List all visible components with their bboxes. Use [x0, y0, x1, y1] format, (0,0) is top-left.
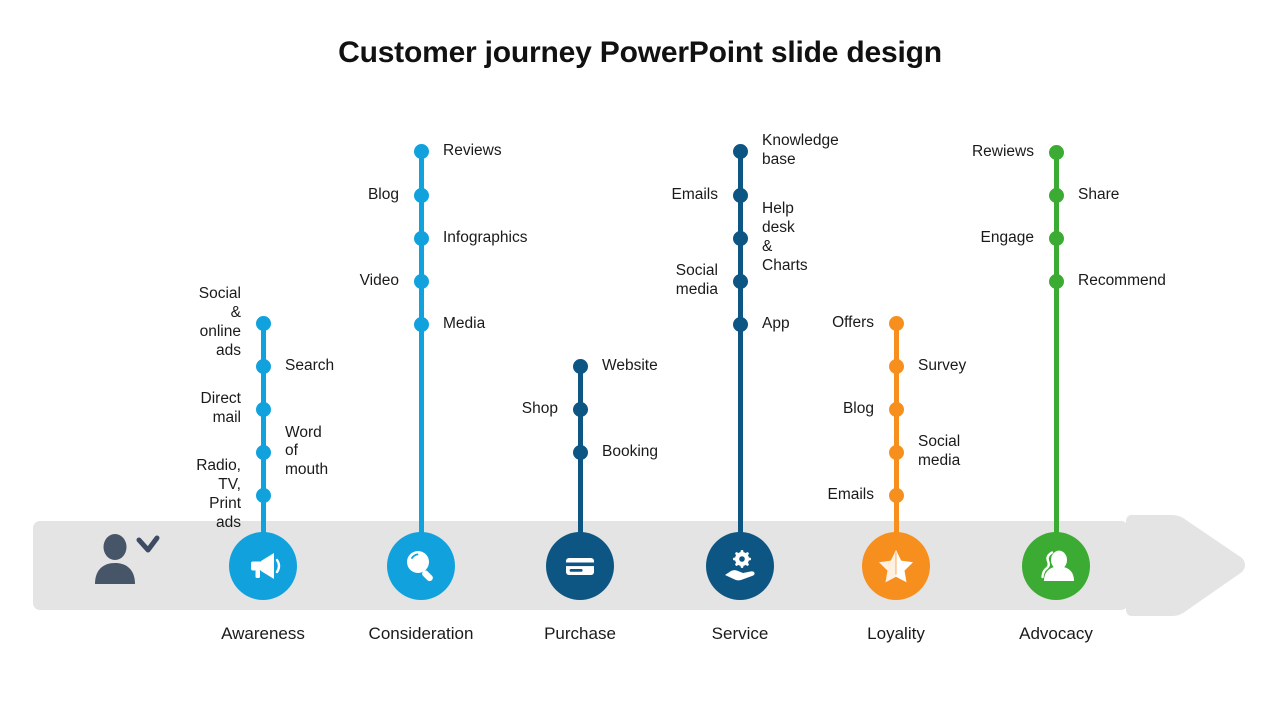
touchpoint-label: Emails: [671, 185, 718, 203]
touchpoint-dot[interactable]: [256, 359, 271, 374]
touchpoint-dot[interactable]: [256, 316, 271, 331]
touchpoint-dot[interactable]: [414, 274, 429, 289]
touchpoint-label: Engage: [980, 228, 1034, 246]
touchpoint-dot[interactable]: [889, 402, 904, 417]
stage-label-advocacy: Advocacy: [1019, 624, 1093, 643]
touchpoint-label: Reviews: [443, 141, 502, 159]
stage-icon-consideration[interactable]: [387, 532, 455, 600]
megaphone-icon: [244, 547, 282, 585]
right-arrow-shape: [1122, 484, 1248, 647]
touchpoint-dot[interactable]: [733, 274, 748, 289]
journey-stem-loyality: [894, 323, 899, 540]
touchpoint-label: Video: [359, 271, 399, 289]
touchpoint-dot[interactable]: [1049, 231, 1064, 246]
touchpoint-label: Knowledge base: [762, 132, 839, 168]
touchpoint-dot[interactable]: [889, 488, 904, 503]
touchpoint-dot[interactable]: [1049, 188, 1064, 203]
touchpoint-label: Offers: [832, 313, 874, 331]
touchpoint-label: Media: [443, 314, 486, 332]
journey-stem-awareness: [261, 323, 266, 540]
touchpoint-label: Recommend: [1078, 271, 1166, 289]
magnifier-icon: [402, 547, 440, 585]
touchpoint-dot[interactable]: [256, 402, 271, 417]
journey-stem-advocacy: [1054, 152, 1059, 540]
touchpoint-dot[interactable]: [889, 445, 904, 460]
journey-stem-service: [738, 151, 743, 540]
stage-icon-service[interactable]: [706, 532, 774, 600]
touchpoint-dot[interactable]: [414, 188, 429, 203]
touchpoint-label: Word of mouth: [285, 423, 329, 479]
touchpoint-dot[interactable]: [1049, 145, 1064, 160]
touchpoint-dot[interactable]: [573, 402, 588, 417]
touchpoint-label: App: [762, 314, 790, 332]
touchpoint-label: Booking: [602, 442, 659, 460]
touchpoint-label: Radio, TV, Print ads: [196, 457, 241, 531]
touchpoint-dot[interactable]: [256, 488, 271, 503]
credit-card-icon: [561, 547, 599, 585]
touchpoint-dot[interactable]: [256, 445, 271, 460]
stage-icon-purchase[interactable]: [546, 532, 614, 600]
touchpoint-dot[interactable]: [573, 445, 588, 460]
touchpoint-dot[interactable]: [733, 231, 748, 246]
touchpoint-dot[interactable]: [889, 316, 904, 331]
touchpoint-label: Shop: [521, 399, 558, 417]
touchpoint-label: Help desk & Charts: [762, 200, 808, 274]
touchpoint-dot[interactable]: [1049, 274, 1064, 289]
touchpoint-label: Blog: [367, 185, 399, 203]
touchpoint-dot[interactable]: [733, 188, 748, 203]
touchpoint-label: Blog: [842, 399, 874, 417]
touchpoint-label: Direct mail: [200, 390, 241, 426]
touchpoint-label: Survey: [918, 356, 967, 374]
touchpoint-dot[interactable]: [889, 359, 904, 374]
touchpoint-dot[interactable]: [414, 144, 429, 159]
touchpoint-label: Rewiews: [971, 142, 1034, 160]
stage-icon-loyality[interactable]: [862, 532, 930, 600]
touchpoint-label: Social media: [918, 433, 961, 469]
touchpoint-dot[interactable]: [733, 317, 748, 332]
touchpoint-label: Infographics: [443, 228, 528, 246]
page-title: Customer journey PowerPoint slide design: [338, 36, 942, 69]
touchpoint-dot[interactable]: [414, 317, 429, 332]
touchpoint-dot[interactable]: [733, 144, 748, 159]
person-check-icon: [93, 531, 161, 587]
star-icon: [877, 547, 915, 585]
slide-canvas: Customer journey PowerPoint slide design…: [0, 0, 1280, 720]
touchpoint-dot[interactable]: [573, 359, 588, 374]
journey-stem-consideration: [419, 151, 424, 540]
stage-icon-advocacy[interactable]: [1022, 532, 1090, 600]
touchpoint-dot[interactable]: [414, 231, 429, 246]
touchpoint-label: Website: [602, 356, 658, 374]
touchpoint-label: Social & online ads: [198, 285, 241, 359]
touchpoint-label: Social media: [675, 262, 718, 298]
hand-gear-icon: [721, 547, 759, 585]
people-icon: [1037, 547, 1075, 585]
touchpoint-label: Share: [1078, 185, 1120, 203]
stage-icon-awareness[interactable]: [229, 532, 297, 600]
touchpoint-label: Search: [285, 356, 335, 374]
touchpoint-label: Emails: [827, 485, 874, 503]
